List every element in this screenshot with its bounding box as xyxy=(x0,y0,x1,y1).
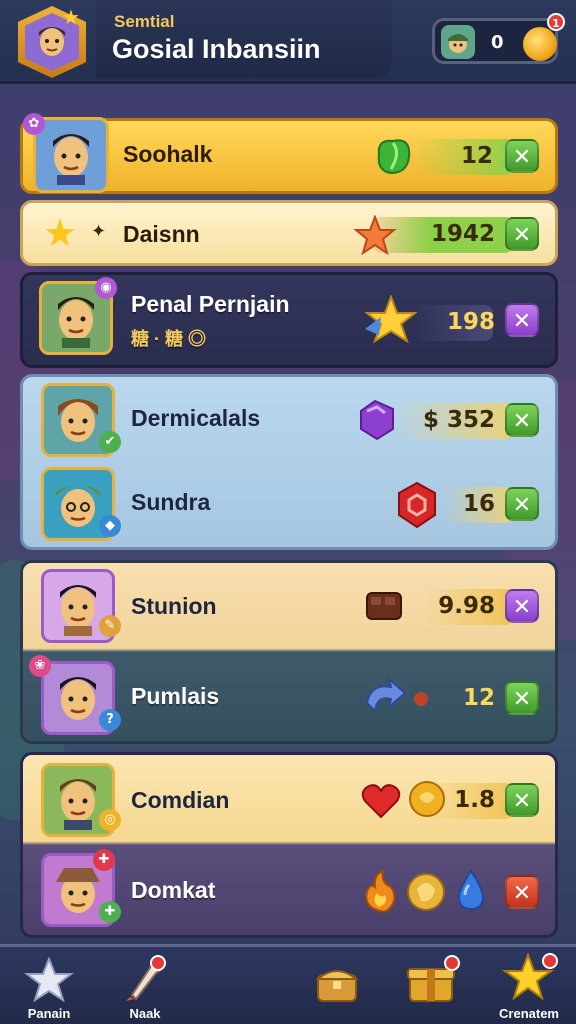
list-item[interactable]: ◆ Sundra 16 ✕ xyxy=(20,462,558,546)
close-button[interactable]: ✕ xyxy=(505,783,539,817)
blue-badge-icon: ? xyxy=(99,709,121,731)
list-item[interactable]: ◉ Penal Pernjain 糖 · 糖 ◎ 198 ✕ xyxy=(20,272,558,368)
player-name: Pumlais xyxy=(131,683,220,709)
gold-coin-icon xyxy=(523,27,557,61)
currency-value: 0 xyxy=(491,32,504,53)
gold-nugget-icon xyxy=(407,873,445,911)
close-button[interactable]: ✕ xyxy=(505,303,539,337)
list-item[interactable]: ✿ Soohalk 12 ✕ xyxy=(20,113,558,194)
leaf-badge-icon: ✔ xyxy=(99,431,121,453)
chest-icon xyxy=(315,970,359,1002)
nav-item-crenatem[interactable]: Crenatem xyxy=(488,947,570,1024)
star-icon xyxy=(24,957,74,1003)
player-name: Domkat xyxy=(131,877,216,903)
nav-item-chest[interactable] xyxy=(296,947,378,1024)
player-subtitle: 糖 · 糖 ◎ xyxy=(131,329,206,349)
avatar xyxy=(33,117,109,193)
notification-badge xyxy=(150,955,166,971)
list-item[interactable]: ✎ Stunion 9.98 ✕ xyxy=(20,562,558,648)
row-value: 16 xyxy=(462,491,495,517)
list-item[interactable]: ✚ ✚ Domkat ✕ xyxy=(20,844,558,934)
nav-label: Panain xyxy=(27,1006,71,1021)
green-gem-icon xyxy=(377,139,411,175)
top-header: ★ Semtial Gosial Inbansiin 0 1 xyxy=(0,0,576,84)
row-value: $ 352 xyxy=(422,407,495,433)
player-name: Daisnn xyxy=(123,221,200,247)
arrow-icon xyxy=(365,677,428,714)
list-item[interactable]: ★ ✦ Daisnn 1942 ✕ xyxy=(20,200,558,266)
row-value: 198 xyxy=(446,309,495,335)
heart-icon xyxy=(361,784,401,819)
blue-badge-icon: ◆ xyxy=(99,515,121,537)
close-button[interactable]: ✕ xyxy=(505,875,539,909)
nav-label: Naak xyxy=(129,1006,161,1021)
gold-star-icon xyxy=(364,295,417,344)
nav-item-panain[interactable]: Panain xyxy=(8,947,90,1024)
soldier-avatar-icon xyxy=(441,25,475,59)
row-value: 12 xyxy=(460,143,493,169)
close-button[interactable]: ✕ xyxy=(505,403,539,437)
close-button[interactable]: ✕ xyxy=(505,589,539,623)
sparkle-icon: ✦ xyxy=(91,221,107,242)
brush-badge-icon: ✎ xyxy=(99,615,121,637)
list-item[interactable]: ✔ Dermicalals $ 352 ✕ xyxy=(20,378,558,462)
player-name: Dermicalals xyxy=(131,405,261,431)
star-icon xyxy=(353,215,397,255)
purple-badge-icon: ◉ xyxy=(95,277,117,299)
green-badge-icon: ✚ xyxy=(99,901,121,923)
close-button[interactable]: ✕ xyxy=(505,487,539,521)
player-name: Soohalk xyxy=(123,141,213,167)
close-button[interactable]: ✕ xyxy=(505,139,539,173)
nav-item-naak[interactable]: Naak xyxy=(104,947,186,1024)
row-value: 12 xyxy=(462,685,495,711)
player-name: Penal Pernjain xyxy=(131,291,290,317)
player-name: Sundra xyxy=(131,489,211,515)
row-value: 9.98 xyxy=(438,593,495,619)
coin-badge-icon: ◎ xyxy=(99,809,121,831)
nav-item-gift[interactable] xyxy=(394,947,476,1024)
star-icon: ★ xyxy=(43,211,78,255)
list-item[interactable]: ◎ Comdian 1.8 ✕ xyxy=(20,754,558,842)
row-value: 1942 xyxy=(430,221,495,247)
header-title: Gosial Inbansiin xyxy=(112,34,321,64)
bubble-badge-icon: ❀ xyxy=(29,655,51,677)
close-button[interactable]: ✕ xyxy=(505,681,539,715)
purple-flower-icon: ✿ xyxy=(23,113,45,135)
nav-label: Crenatem xyxy=(499,1006,559,1021)
chocolate-icon xyxy=(366,592,402,620)
currency-display[interactable]: 0 1 xyxy=(432,13,565,64)
currency-badge: 1 xyxy=(547,13,565,31)
row-value: 1.8 xyxy=(454,787,495,813)
bottom-nav: Panain Naak Crenatem xyxy=(0,944,576,1024)
list-item[interactable]: ❀ ? Pumlais 12 ✕ xyxy=(20,652,558,740)
water-drop-icon xyxy=(457,869,485,911)
notification-badge xyxy=(542,953,558,969)
red-badge-icon: ✚ xyxy=(93,849,115,871)
header-subtitle: Semtial xyxy=(114,12,175,31)
player-star-icon: ★ xyxy=(62,5,80,29)
purple-gem-icon xyxy=(360,399,394,441)
fire-icon xyxy=(365,869,396,913)
close-button[interactable]: ✕ xyxy=(505,217,539,251)
notification-badge xyxy=(444,955,460,971)
player-name: Stunion xyxy=(131,593,217,619)
red-gem-icon xyxy=(398,481,436,529)
player-name: Comdian xyxy=(131,787,230,813)
